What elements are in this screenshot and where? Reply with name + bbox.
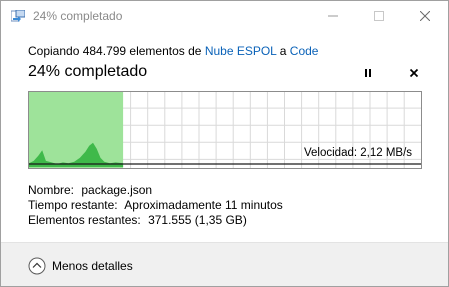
detail-items-value: 371.555 (1,35 GB) <box>148 213 247 227</box>
detail-time-label: Tiempo restante: <box>28 198 118 212</box>
title-bar[interactable]: 24% completado <box>1 1 448 31</box>
destination-link[interactable]: Code <box>290 44 319 58</box>
copy-connector: a <box>279 44 287 58</box>
detail-name-row: Nombre: package.json <box>28 183 283 198</box>
copy-description: Copiando 484.799 elementos de Nube ESPOL… <box>28 44 318 58</box>
maximize-button[interactable] <box>356 1 402 31</box>
less-details-label: Menos detalles <box>52 259 133 273</box>
speed-label: Velocidad: 2,12 MB/s <box>304 147 413 159</box>
chevron-up-icon <box>28 257 46 275</box>
source-link[interactable]: Nube ESPOL <box>205 44 277 58</box>
cancel-button[interactable] <box>406 65 422 81</box>
window-title: 24% completado <box>33 9 123 23</box>
detail-time-row: Tiempo restante: Aproximadamente 11 minu… <box>28 198 283 213</box>
details-panel: Nombre: package.json Tiempo restante: Ap… <box>28 183 283 228</box>
maximize-icon <box>374 11 384 21</box>
copy-prefix: Copiando 484.799 elementos de <box>28 44 202 58</box>
less-details-button[interactable]: Menos detalles <box>28 255 133 277</box>
minimize-button[interactable] <box>310 1 356 31</box>
close-button[interactable] <box>402 1 448 31</box>
close-icon <box>420 11 430 21</box>
detail-name-label: Nombre: <box>28 183 75 197</box>
pause-icon <box>365 69 371 77</box>
file-transfer-icon <box>11 10 25 22</box>
copy-dialog-window: 24% completado Copiando 484.799 elemento… <box>0 0 449 287</box>
speed-graph: Velocidad: 2,12 MB/s <box>28 91 422 169</box>
detail-items-row: Elementos restantes: 371.555 (1,35 GB) <box>28 213 283 228</box>
minimize-icon <box>328 15 338 17</box>
detail-time-value: Aproximadamente 11 minutos <box>124 198 283 212</box>
progress-heading: 24% completado <box>28 63 148 80</box>
detail-name-value: package.json <box>81 183 153 197</box>
detail-items-label: Elementos restantes: <box>28 213 141 227</box>
close-icon <box>409 68 419 78</box>
pause-button[interactable] <box>360 65 376 81</box>
